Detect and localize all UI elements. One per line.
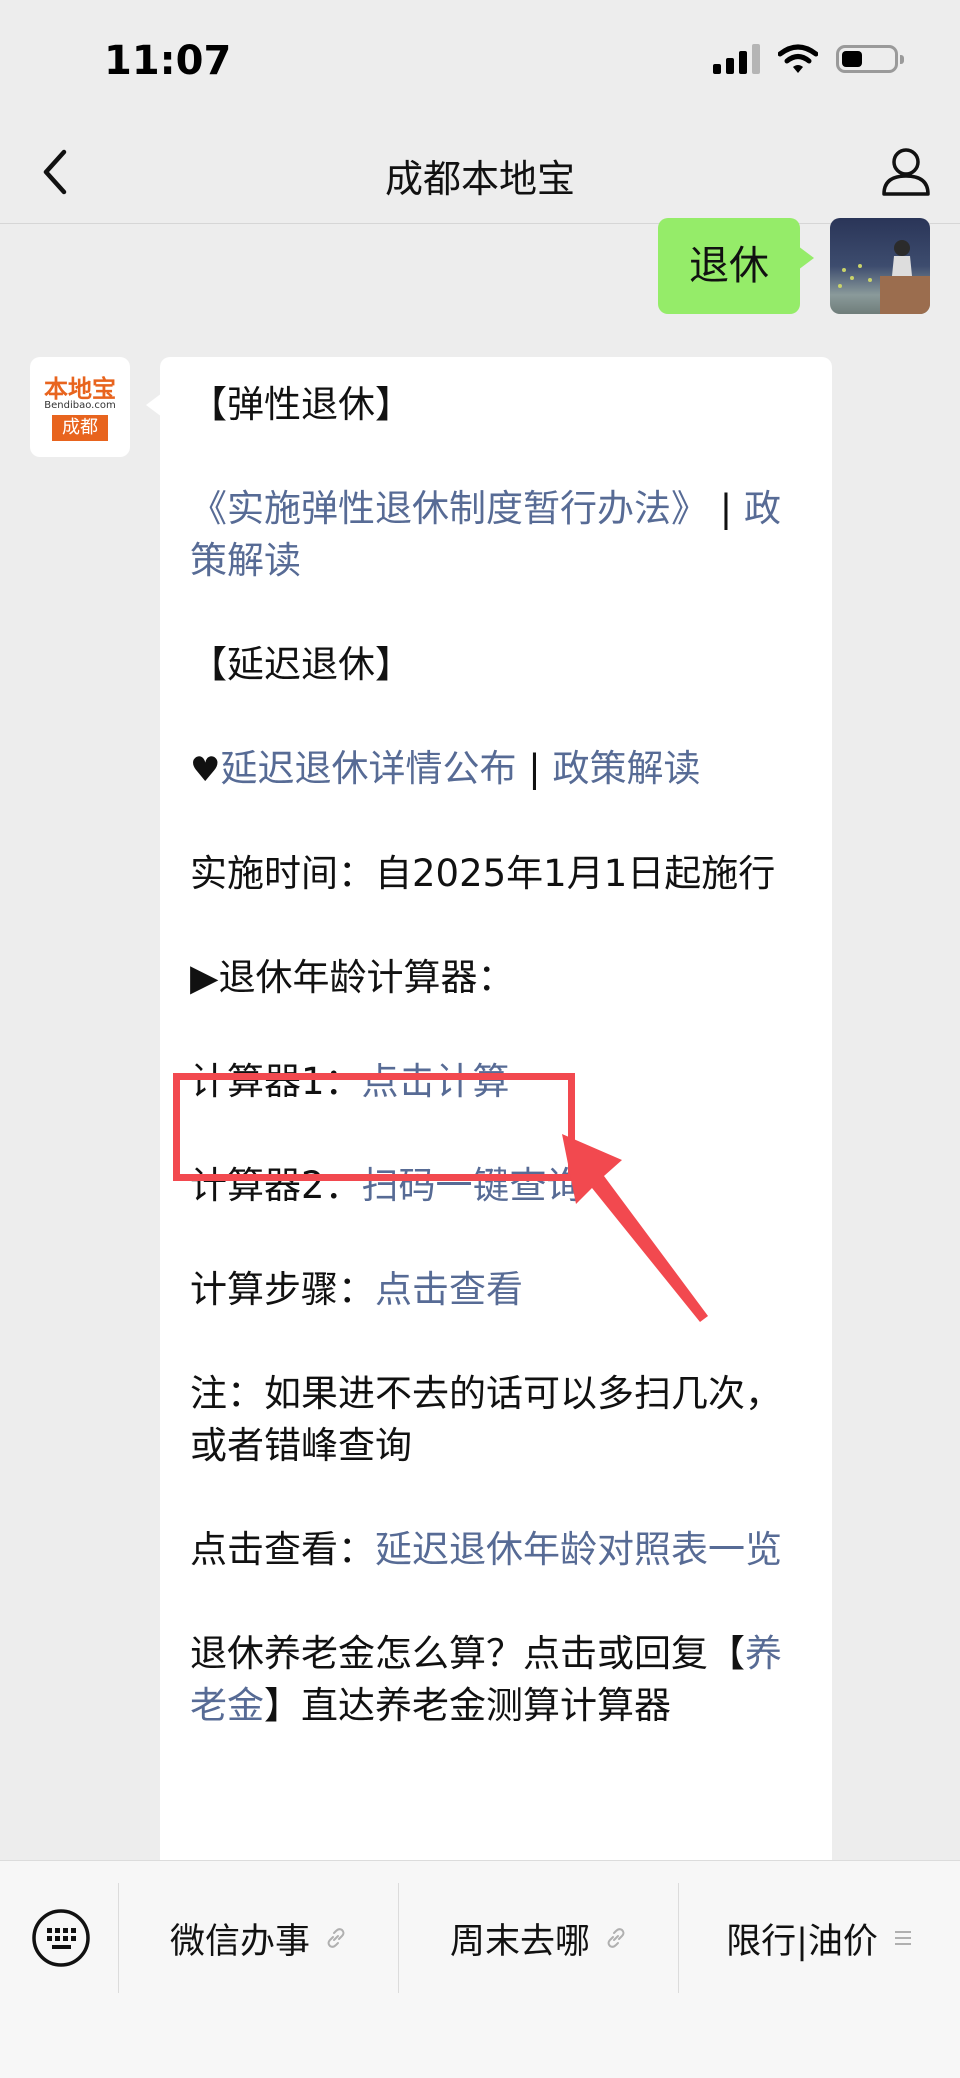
menu-weekend-places[interactable]: 周末去哪: [400, 1879, 678, 1997]
note-text: 注：如果进不去的话可以多扫几次，或者错峰查询: [190, 1372, 782, 1467]
heart-icon: ♥: [190, 750, 221, 790]
implementation-time: 实施时间：自2025年1月1日起施行: [190, 852, 776, 895]
status-bar: 11:07: [0, 0, 960, 120]
delay-retirement-heading: 【延迟退休】: [190, 643, 412, 686]
cellular-signal-icon: [713, 44, 760, 74]
pension-text-pre: 退休养老金怎么算？点击或回复【: [190, 1632, 745, 1675]
link-icon: [607, 1928, 625, 1948]
keyboard-toggle-icon[interactable]: [30, 1907, 92, 1969]
official-account-avatar[interactable]: 本地宝 Bendibao.com 成都: [30, 357, 130, 457]
wifi-icon: [778, 44, 818, 73]
status-time: 11:07: [104, 38, 232, 84]
delay-retirement-links: ♥延迟退休详情公布 | 政策解读: [190, 743, 806, 796]
flex-retirement-links: 《实施弹性退休制度暂行办法》 | 政策解读: [190, 483, 806, 587]
calculation-steps-label: 计算步骤：: [190, 1268, 375, 1311]
status-icons: [713, 44, 904, 74]
calculator-heading: ▶退休年龄计算器：: [190, 956, 515, 999]
menu-label: 限行|油价: [726, 1921, 878, 1962]
menu-traffic-fuel[interactable]: 限行|油价: [680, 1879, 960, 1997]
logo-text-domain: Bendibao.com: [44, 400, 116, 411]
menu-label: 周末去哪: [449, 1921, 590, 1962]
menu-list-icon: [894, 1931, 911, 1945]
user-profile-icon[interactable]: [876, 142, 936, 202]
menu-divider: [118, 1883, 119, 1993]
pension-text-post: 】直达养老金测算计算器: [264, 1684, 671, 1727]
age-table-row: 点击查看：延迟退休年龄对照表一览: [190, 1524, 806, 1576]
my-avatar[interactable]: [830, 218, 930, 314]
logo-text-top: 本地宝: [44, 374, 116, 403]
menu-divider: [678, 1883, 679, 1993]
outgoing-message-bubble[interactable]: 退休: [658, 218, 814, 314]
menu-wechat-services[interactable]: 微信办事: [120, 1879, 398, 1997]
separator: |: [528, 747, 541, 790]
menu-divider: [398, 1883, 399, 1993]
highlight-box: [173, 1073, 575, 1181]
logo-text-city: 成都: [52, 415, 108, 441]
red-arrow-icon: [562, 1134, 708, 1322]
flex-retirement-heading: 【弹性退休】: [190, 383, 412, 426]
age-table-link[interactable]: 延迟退休年龄对照表一览: [375, 1528, 782, 1571]
delay-policy-link[interactable]: 政策解读: [552, 747, 700, 790]
battery-icon: [836, 45, 904, 73]
bottom-menu-bar: 微信办事 周末去哪 限行|油价: [0, 1860, 960, 2078]
menu-label: 微信办事: [169, 1921, 310, 1962]
separator: |: [719, 487, 733, 530]
avatar-illustration-icon: [838, 240, 930, 314]
chat-title: 成都本地宝: [384, 157, 575, 201]
nav-bar: 成都本地宝: [0, 120, 960, 224]
delay-details-link[interactable]: 延迟退休详情公布: [220, 747, 516, 790]
calculation-steps-link[interactable]: 点击查看: [375, 1268, 523, 1311]
link-icon: [327, 1928, 345, 1948]
pension-row: 退休养老金怎么算？点击或回复【养老金】直达养老金测算计算器: [190, 1628, 806, 1732]
flex-retirement-link[interactable]: 《实施弹性退休制度暂行办法》: [190, 487, 708, 530]
age-table-label: 点击查看：: [190, 1528, 375, 1571]
